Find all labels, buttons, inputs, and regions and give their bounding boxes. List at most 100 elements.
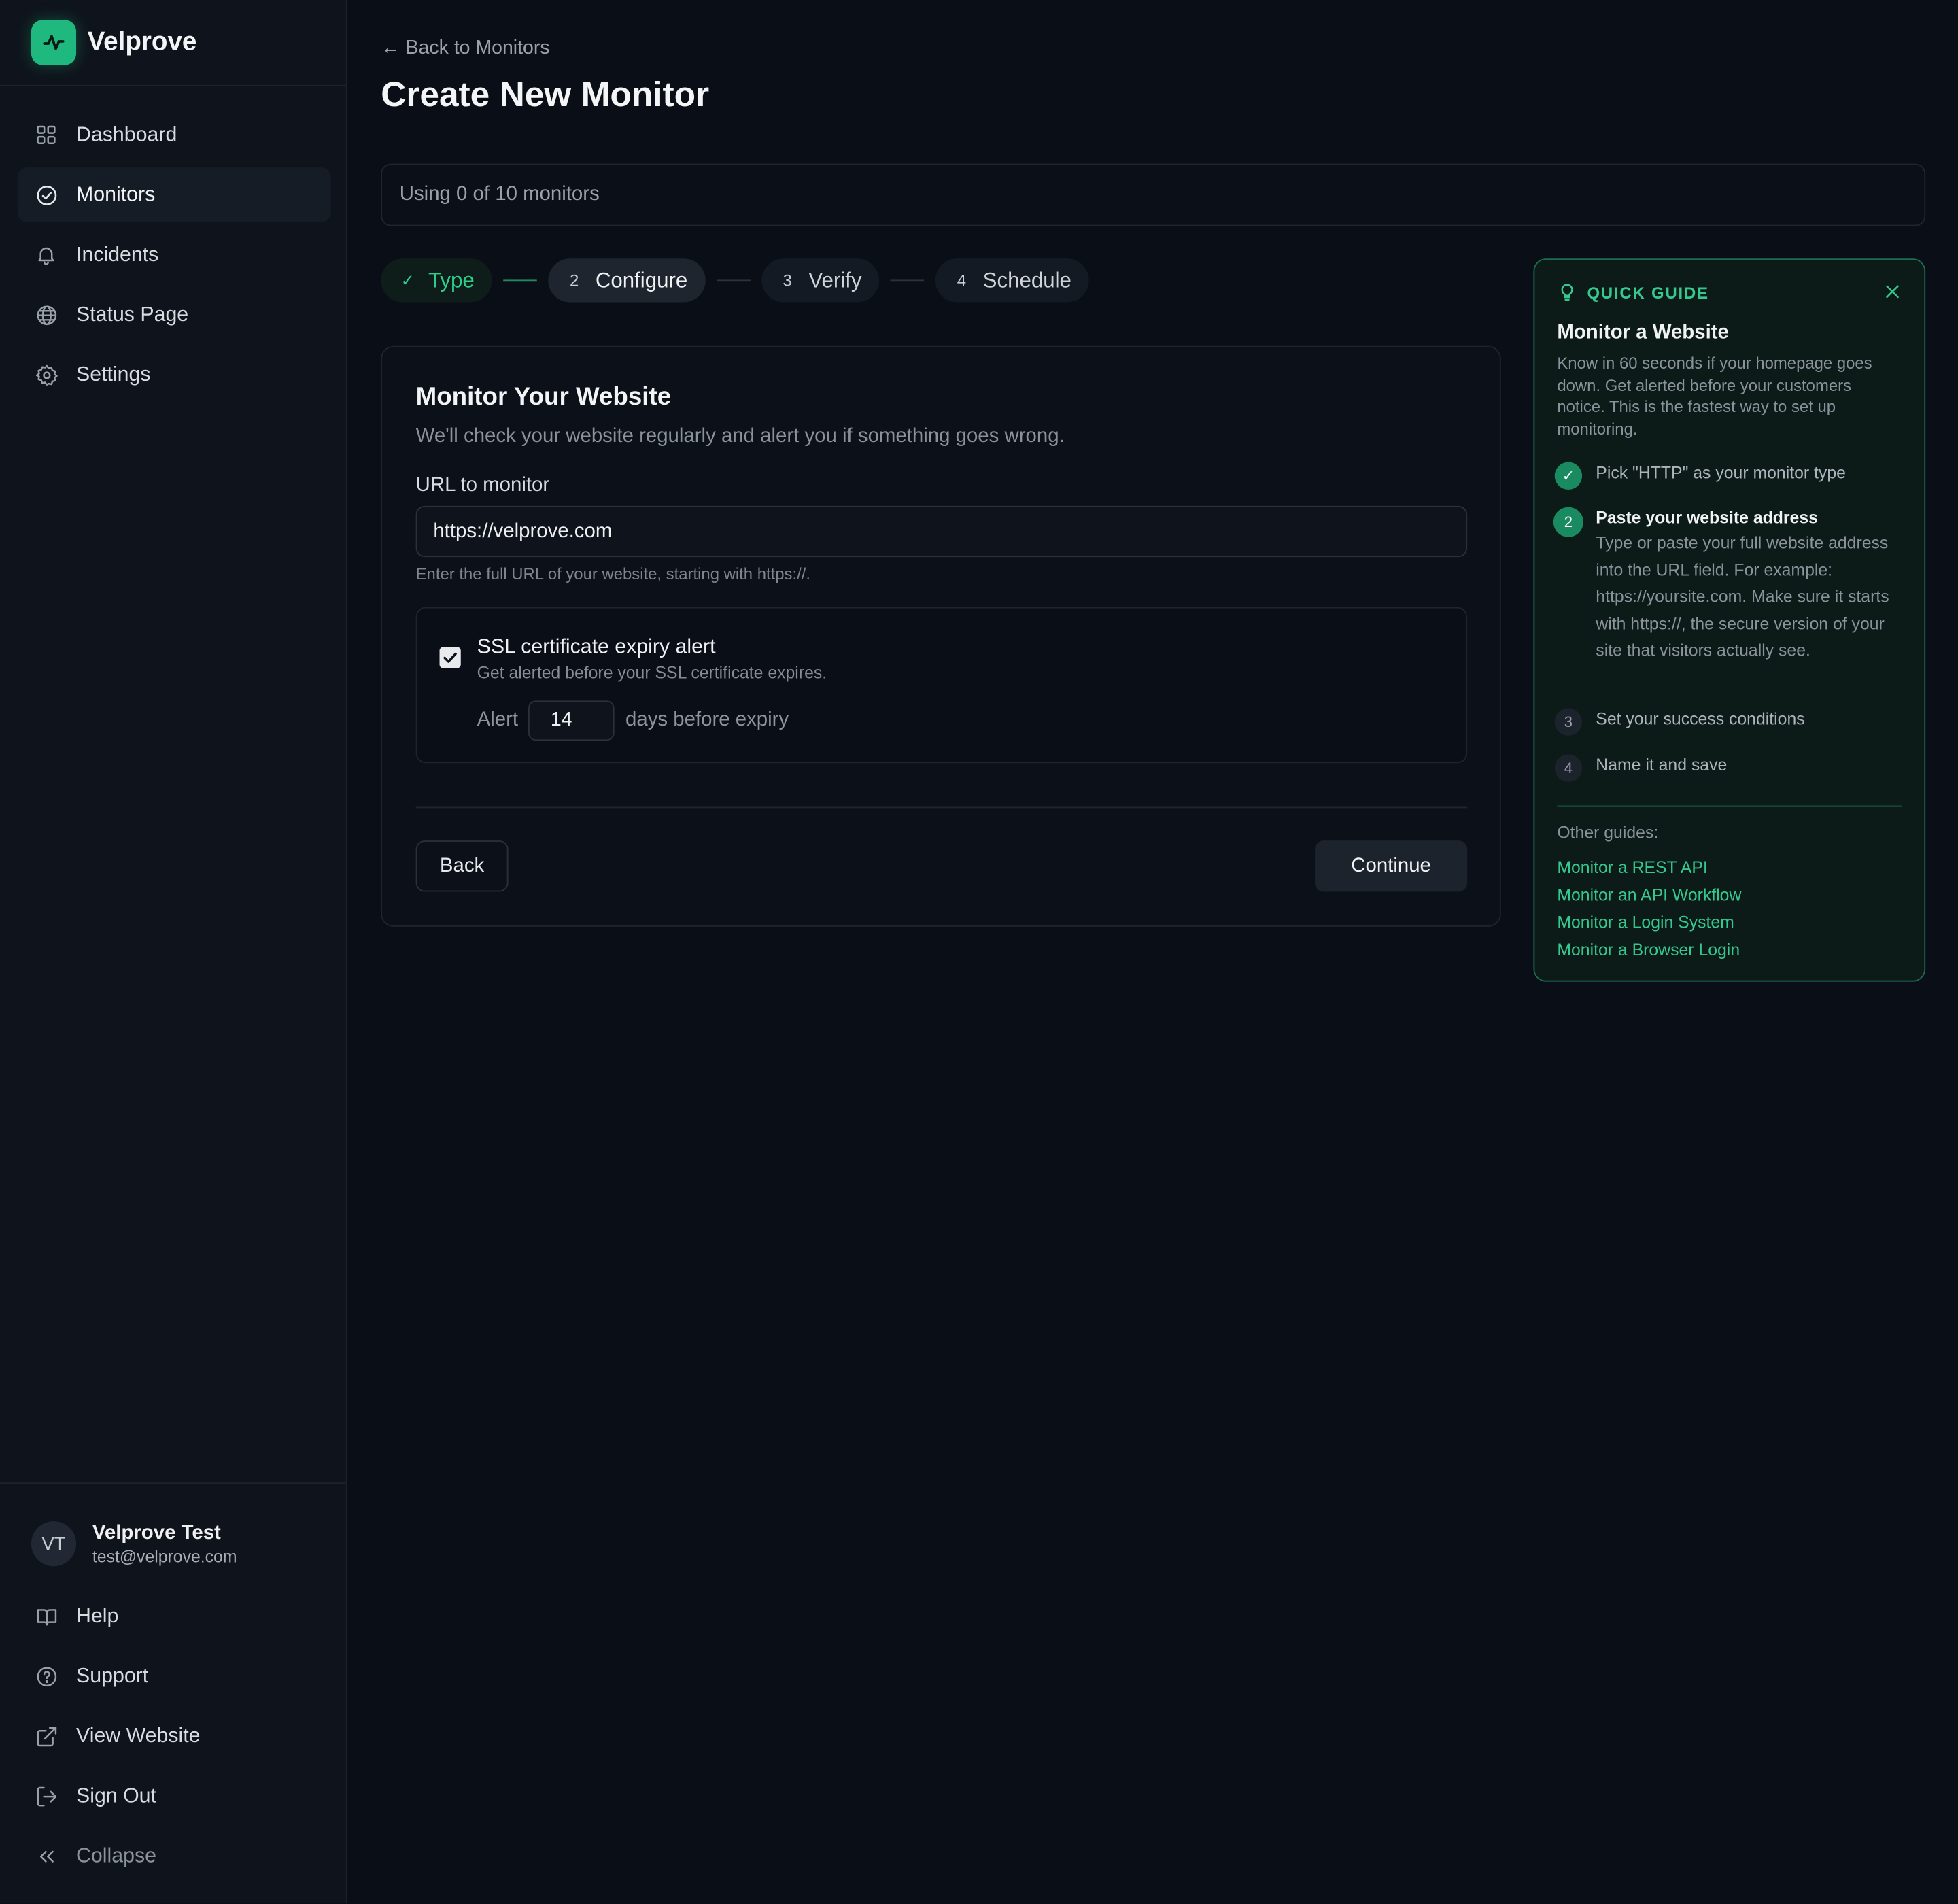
alert-suffix: days before expiry	[625, 709, 789, 731]
step-label: Verify	[808, 267, 862, 292]
main-nav: Dashboard Monitors Incidents Status Page	[17, 107, 331, 407]
nav-item-sign-out[interactable]: Sign Out	[18, 1769, 331, 1824]
nav-label: Sign Out	[76, 1784, 156, 1807]
step-label: Type	[428, 267, 475, 292]
nav-label: Settings	[76, 362, 151, 386]
stepper: ✓ Type 2 Configure 3 Verify 4 Schedule	[381, 258, 1089, 303]
sign-out-icon	[34, 1784, 59, 1809]
sidebar-footer: VT Velprove Test test@velprove.com Help	[0, 1482, 346, 1867]
back-to-monitors-link[interactable]: ← Back to Monitors	[381, 37, 549, 60]
guide-title: Monitor a Website	[1557, 322, 1729, 344]
continue-button[interactable]: Continue	[1315, 840, 1468, 892]
ssl-alert-days-row: Alert days before expiry	[477, 700, 789, 741]
step-number: 3	[783, 271, 792, 290]
guide-step-4: 4 Name it and save	[1554, 754, 1727, 782]
step-verify[interactable]: 3 Verify	[761, 258, 880, 303]
other-guides-list: Monitor a REST API Monitor an API Workfl…	[1557, 854, 1741, 964]
brand[interactable]: Velprove	[0, 0, 346, 86]
chevrons-left-icon	[34, 1843, 59, 1869]
guide-step-1: ✓ Pick "HTTP" as your monitor type	[1554, 462, 1846, 490]
guide-step-2: 2 Paste your website address Type or pas…	[1553, 507, 1895, 664]
book-icon	[34, 1603, 59, 1629]
days-before-expiry-input[interactable]	[528, 700, 615, 741]
external-link-icon	[34, 1724, 59, 1749]
nav-label: View Website	[76, 1724, 201, 1747]
user-name: Velprove Test	[92, 1522, 221, 1544]
dashboard-icon	[34, 122, 59, 148]
nav-item-support[interactable]: Support	[18, 1648, 331, 1703]
nav-item-help[interactable]: Help	[18, 1588, 331, 1644]
lightbulb-icon	[1557, 282, 1577, 302]
user-email: test@velprove.com	[92, 1546, 237, 1566]
nav-label: Support	[76, 1664, 149, 1687]
guide-step-text: Set your success conditions	[1596, 709, 1805, 728]
step-number: 2	[569, 271, 579, 290]
check-icon: ✓	[1554, 462, 1583, 490]
ssl-alert-box: SSL certificate expiry alert Get alerted…	[415, 607, 1468, 764]
guide-step-3: 3 Set your success conditions	[1554, 708, 1805, 736]
sidebar: Velprove Dashboard Monitors Incidents St…	[0, 0, 347, 1904]
guide-link-api-workflow[interactable]: Monitor an API Workflow	[1557, 882, 1741, 909]
globe-icon	[34, 302, 59, 327]
guide-heading-text: QUICK GUIDE	[1587, 283, 1709, 302]
nav-label: Monitors	[76, 183, 156, 206]
check-icon: ✓	[400, 270, 415, 290]
brand-name: Velprove	[87, 27, 197, 56]
divider	[1557, 805, 1902, 807]
nav-item-settings[interactable]: Settings	[18, 347, 331, 403]
step-connector	[890, 279, 925, 282]
configure-card: Monitor Your Website We'll check your we…	[381, 345, 1501, 927]
help-circle-icon	[34, 1663, 59, 1688]
url-help-text: Enter the full URL of your website, star…	[415, 564, 811, 583]
ssl-alert-checkbox[interactable]	[439, 647, 461, 668]
gear-icon	[34, 362, 59, 388]
nav-label: Status Page	[76, 303, 189, 326]
pulse-logo-icon	[31, 20, 77, 65]
step-label: Schedule	[982, 267, 1071, 292]
guide-link-login-system[interactable]: Monitor a Login System	[1557, 909, 1741, 936]
avatar: VT	[31, 1521, 77, 1567]
ssl-alert-subtitle: Get alerted before your SSL certificate …	[477, 663, 827, 682]
nav-item-status-page[interactable]: Status Page	[18, 287, 331, 342]
usage-banner: Using 0 of 10 monitors	[381, 163, 1926, 226]
guide-link-browser-login[interactable]: Monitor a Browser Login	[1557, 937, 1741, 964]
card-title: Monitor Your Website	[415, 383, 672, 411]
guide-step-number: 4	[1554, 754, 1583, 782]
nav-item-incidents[interactable]: Incidents	[18, 227, 331, 282]
guide-step-text: Paste your website address	[1596, 508, 1818, 528]
step-schedule[interactable]: 4 Schedule	[935, 258, 1089, 303]
step-connector	[502, 279, 537, 282]
divider	[415, 806, 1468, 809]
guide-description: Know in 60 seconds if your homepage goes…	[1557, 353, 1872, 438]
user-profile[interactable]: VT Velprove Test test@velprove.com	[0, 1484, 346, 1567]
nav-item-monitors[interactable]: Monitors	[17, 167, 331, 222]
step-connector	[716, 279, 751, 282]
step-number: 4	[957, 271, 967, 290]
nav-item-dashboard[interactable]: Dashboard	[18, 107, 331, 163]
step-type[interactable]: ✓ Type	[381, 258, 492, 303]
nav-item-collapse[interactable]: Collapse	[18, 1829, 331, 1884]
step-label: Configure	[595, 267, 688, 292]
ssl-alert-title: SSL certificate expiry alert	[477, 635, 716, 658]
guide-step-text: Pick "HTTP" as your monitor type	[1596, 463, 1846, 482]
nav-label: Dashboard	[76, 122, 177, 146]
bell-icon	[34, 242, 59, 267]
guide-link-rest-api[interactable]: Monitor a REST API	[1557, 854, 1741, 881]
guide-step-number: 3	[1554, 708, 1583, 736]
nav-item-view-website[interactable]: View Website	[18, 1709, 331, 1764]
guide-step-detail: Type or paste your full website address …	[1596, 533, 1889, 660]
nav-label: Collapse	[76, 1843, 156, 1867]
nav-label: Help	[76, 1604, 119, 1627]
step-configure[interactable]: 2 Configure	[548, 258, 705, 303]
quick-guide-panel: QUICK GUIDE Monitor a Website Know in 60…	[1533, 258, 1926, 982]
guide-heading: QUICK GUIDE	[1557, 282, 1708, 302]
nav-label: Incidents	[76, 243, 159, 266]
card-subtitle: We'll check your website regularly and a…	[415, 426, 1065, 447]
page-title: Create New Monitor	[381, 75, 710, 114]
url-input[interactable]	[415, 505, 1468, 558]
alert-prefix: Alert	[477, 709, 519, 731]
url-label: URL to monitor	[415, 474, 550, 496]
back-button[interactable]: Back	[415, 840, 509, 892]
footer-nav: Help Support View Website Sign Out Colla…	[18, 1588, 331, 1888]
close-icon[interactable]	[1883, 282, 1902, 301]
